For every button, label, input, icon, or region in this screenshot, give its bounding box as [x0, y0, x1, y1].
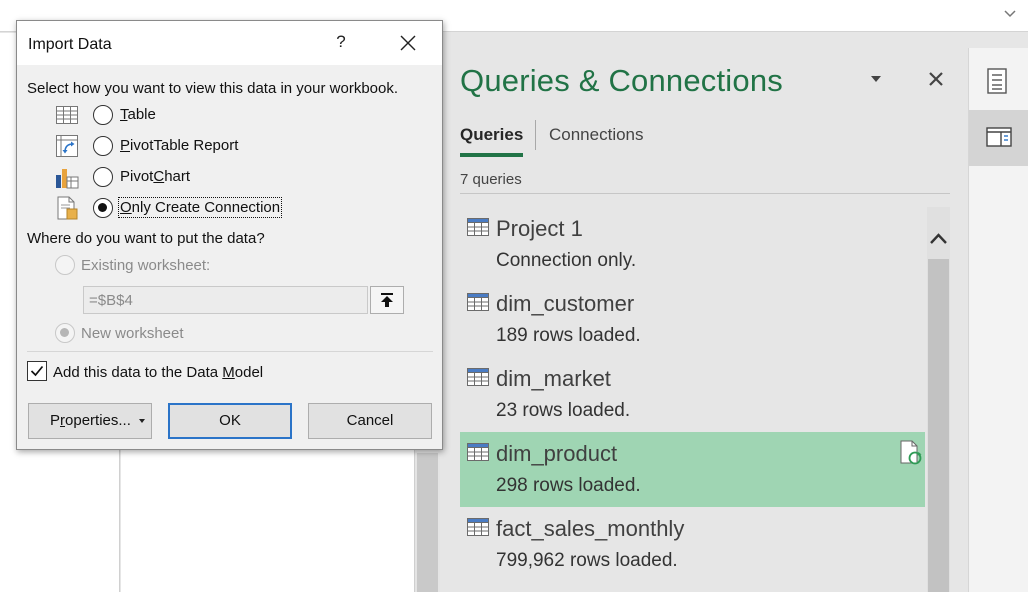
query-status: 23 rows loaded.	[496, 400, 631, 421]
query-item-fact-sales-monthly[interactable]: fact_sales_monthly 799,962 rows loaded.	[460, 507, 925, 582]
tab-divider	[535, 120, 536, 150]
close-icon[interactable]	[926, 69, 946, 89]
list-view-button[interactable]	[969, 52, 1028, 108]
query-name: dim_product	[496, 441, 618, 466]
radio-only-create-connection[interactable]	[93, 198, 113, 218]
option-label: Table	[120, 106, 156, 123]
query-item-dim-market[interactable]: dim_market 23 rows loaded.	[460, 357, 925, 432]
cell-reference-field[interactable]: =$B$4	[83, 286, 368, 314]
dropdown-caret-icon	[139, 419, 145, 423]
table-icon	[467, 368, 489, 386]
query-name: dim_market	[496, 366, 611, 391]
table-icon	[467, 293, 489, 311]
query-status: 799,962 rows loaded.	[496, 550, 678, 571]
query-list: Project 1 Connection only. dim_customer …	[460, 207, 925, 592]
scrollbar-thumb[interactable]	[928, 259, 949, 592]
table-icon	[467, 218, 489, 236]
option-table[interactable]: Table	[55, 102, 355, 128]
option-label: PivotChart	[120, 168, 191, 185]
divider	[460, 193, 950, 194]
upload-arrow-icon	[381, 293, 393, 307]
option-label: Existing worksheet:	[81, 257, 211, 274]
table-icon	[56, 106, 78, 124]
radio-new-worksheet[interactable]	[55, 323, 75, 343]
tab-connections[interactable]: Connections	[549, 125, 644, 145]
pane-title: Queries & Connections	[460, 63, 783, 98]
option-existing-worksheet[interactable]: Existing worksheet:	[55, 254, 275, 276]
document-list-icon	[987, 68, 1007, 94]
cancel-button[interactable]: Cancel	[308, 403, 432, 439]
task-pane-icon	[986, 127, 1012, 147]
help-button[interactable]: ?	[330, 32, 352, 54]
import-data-dialog: Import Data ? Select how you want to vie…	[16, 20, 443, 450]
pane-view-button[interactable]	[969, 110, 1028, 166]
checkmark-icon	[30, 365, 44, 377]
query-status: 189 rows loaded.	[496, 325, 641, 346]
data-model-checkbox[interactable]	[27, 361, 47, 381]
query-status: Connection only.	[496, 250, 637, 271]
chevron-down-icon[interactable]	[866, 69, 886, 89]
radio-pivottable-report[interactable]	[93, 136, 113, 156]
query-name: fact_sales_monthly	[496, 516, 685, 541]
data-model-label[interactable]: Add this data to the Data Model	[53, 364, 263, 381]
radio-pivotchart[interactable]	[93, 167, 113, 187]
option-new-worksheet[interactable]: New worksheet	[55, 322, 275, 344]
option-label: PivotTable Report	[120, 137, 239, 154]
option-only-create-connection[interactable]: Only Create Connection	[55, 195, 355, 221]
radio-table[interactable]	[93, 105, 113, 125]
table-icon	[467, 518, 489, 536]
collapse-dialog-button[interactable]	[370, 286, 404, 314]
query-count: 7 queries	[460, 171, 522, 188]
query-item-dim-product[interactable]: dim_product 298 rows loaded.	[460, 432, 925, 507]
queries-connections-pane: Queries & Connections Queries Connection…	[440, 33, 968, 592]
ok-button[interactable]: OK	[168, 403, 292, 439]
scroll-up-icon[interactable]	[928, 231, 949, 247]
view-prompt: Select how you want to view this data in…	[27, 80, 399, 97]
close-icon[interactable]	[398, 33, 418, 53]
dialog-titlebar[interactable]: Import Data ?	[17, 21, 442, 65]
option-label: Only Create Connection	[117, 197, 283, 218]
query-list-scrollbar[interactable]	[927, 207, 950, 592]
query-item-dim-customer[interactable]: dim_customer 189 rows loaded.	[460, 282, 925, 357]
chevron-down-icon[interactable]	[1002, 6, 1018, 22]
refresh-document-icon[interactable]	[898, 440, 924, 466]
option-pivottable-report[interactable]: PivotTable Report	[55, 133, 355, 159]
where-prompt: Where do you want to put the data?	[27, 230, 265, 247]
divider	[27, 351, 433, 352]
scrollbar-thumb[interactable]	[417, 453, 438, 592]
option-label: New worksheet	[81, 325, 184, 342]
option-pivotchart[interactable]: PivotChart	[55, 164, 355, 190]
query-name: dim_customer	[496, 291, 635, 316]
query-item-project-1[interactable]: Project 1 Connection only.	[460, 207, 925, 282]
pivottable-icon	[56, 135, 78, 157]
tab-queries[interactable]: Queries	[460, 125, 524, 157]
side-toolbar	[968, 48, 1028, 592]
radio-existing-worksheet[interactable]	[55, 255, 75, 275]
query-status: 298 rows loaded.	[496, 475, 641, 496]
pivotchart-icon	[56, 169, 79, 189]
dialog-title: Import Data	[28, 36, 112, 53]
properties-button[interactable]: Properties...	[28, 403, 152, 439]
connection-icon	[57, 196, 78, 220]
table-icon	[467, 443, 489, 461]
query-name: Project 1	[496, 216, 583, 241]
